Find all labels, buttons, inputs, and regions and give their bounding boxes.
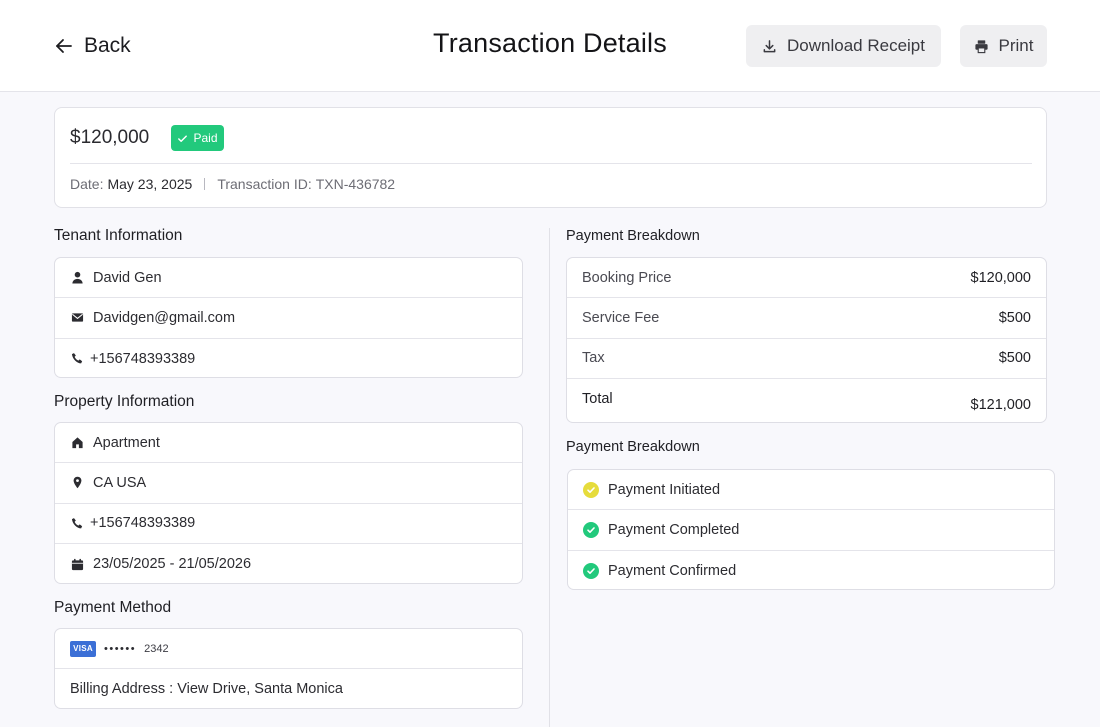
payment-status-card: Payment Initiated Payment Completed Paym… <box>567 469 1055 590</box>
location-pin-icon <box>70 476 84 490</box>
status-step-confirmed: Payment Confirmed <box>568 551 1054 589</box>
tenant-email: Davidgen@gmail.com <box>93 309 236 326</box>
breakdown-total-row: Total $121,000 <box>567 379 1046 422</box>
property-phone: +156748393389 <box>90 515 196 532</box>
visa-logo-icon: VISA <box>70 640 96 657</box>
breakdown-card: Booking Price $120,000 Service Fee $500 … <box>566 257 1047 423</box>
tenant-name: David Gen <box>93 269 162 286</box>
payment-method-title: Payment Method <box>54 599 172 616</box>
billing-address: Billing Address : View Drive, Santa Moni… <box>70 681 343 698</box>
status-step-label: Payment Confirmed <box>608 562 737 579</box>
property-phone-row: +156748393389 <box>55 504 522 544</box>
breakdown-label: Service Fee <box>582 309 660 326</box>
check-circle-icon <box>583 481 599 498</box>
download-receipt-button[interactable]: Download Receipt <box>746 25 941 67</box>
column-divider <box>549 228 550 727</box>
tenant-section-title: Tenant Information <box>54 227 183 244</box>
transaction-id-label: Transaction ID: <box>217 176 312 192</box>
meta-separator <box>204 178 206 190</box>
property-card: Apartment CA USA +156748393389 23/05/202… <box>54 422 523 584</box>
property-location: CA USA <box>93 474 147 491</box>
breakdown-value: $500 <box>998 350 1031 367</box>
property-section-title: Property Information <box>54 393 195 410</box>
tenant-phone: +156748393389 <box>90 350 196 367</box>
total-value: $121,000 <box>970 396 1031 413</box>
status-step-label: Payment Completed <box>608 521 740 538</box>
breakdown-row-tax: Tax $500 <box>567 339 1046 379</box>
property-dates-row: 23/05/2025 - 21/05/2026 <box>55 544 522 583</box>
transaction-id-value: TXN-436782 <box>315 176 396 192</box>
billing-address-row: Billing Address : View Drive, Santa Moni… <box>55 669 522 708</box>
check-circle-icon <box>583 521 599 538</box>
property-location-row: CA USA <box>55 463 522 504</box>
breakdown-row-booking: Booking Price $120,000 <box>567 258 1046 299</box>
printer-icon <box>974 39 988 53</box>
check-circle-icon <box>583 562 599 579</box>
card-last-four: 2342 <box>144 642 169 655</box>
summary-divider <box>70 163 1032 164</box>
phone-icon <box>70 516 84 530</box>
download-receipt-label: Download Receipt <box>787 36 925 55</box>
home-icon <box>70 436 84 450</box>
status-section-title: Payment Breakdown <box>566 439 700 455</box>
status-step-initiated: Payment Initiated <box>568 470 1054 511</box>
tenant-name-row: David Gen <box>55 258 522 299</box>
phone-icon <box>70 352 84 366</box>
breakdown-value: $120,000 <box>970 269 1031 286</box>
tenant-email-row: Davidgen@gmail.com <box>55 298 522 339</box>
status-badge: Paid <box>171 125 224 151</box>
card-masked-digits: •••••• <box>104 642 137 655</box>
calendar-icon <box>70 557 84 571</box>
breakdown-section-title: Payment Breakdown <box>566 228 700 244</box>
download-icon <box>763 39 776 52</box>
card-row: VISA •••••• 2342 <box>55 629 522 670</box>
breakdown-label: Booking Price <box>582 269 672 286</box>
transaction-summary-card: $120,000 Paid Date: May 23, 2025 Transac… <box>54 107 1047 208</box>
property-type-row: Apartment <box>55 423 522 464</box>
property-dates: 23/05/2025 - 21/05/2026 <box>93 556 252 573</box>
breakdown-value: $500 <box>998 309 1031 326</box>
mail-icon <box>70 311 84 325</box>
tenant-card: David Gen Davidgen@gmail.com +1567483933… <box>54 257 523 378</box>
check-icon <box>178 134 188 142</box>
date-value: May 23, 2025 <box>107 176 193 192</box>
property-type: Apartment <box>93 434 160 451</box>
status-step-label: Payment Initiated <box>608 481 721 498</box>
breakdown-label: Tax <box>582 350 605 367</box>
total-label: Total <box>582 390 613 407</box>
print-button[interactable]: Print <box>960 25 1047 67</box>
user-icon <box>70 271 84 285</box>
breakdown-row-service-fee: Service Fee $500 <box>567 298 1046 339</box>
print-label: Print <box>998 36 1034 55</box>
status-step-completed: Payment Completed <box>568 510 1054 551</box>
status-badge-label: Paid <box>193 131 218 145</box>
tenant-phone-row: +156748393389 <box>55 339 522 377</box>
transaction-amount: $120,000 <box>70 127 150 148</box>
payment-method-card: VISA •••••• 2342 Billing Address : View … <box>54 628 523 709</box>
date-label: Date: <box>70 176 104 192</box>
transaction-meta: Date: May 23, 2025 Transaction ID: TXN-4… <box>70 176 395 192</box>
top-bar: Back Transaction Details Download Receip… <box>0 0 1100 92</box>
